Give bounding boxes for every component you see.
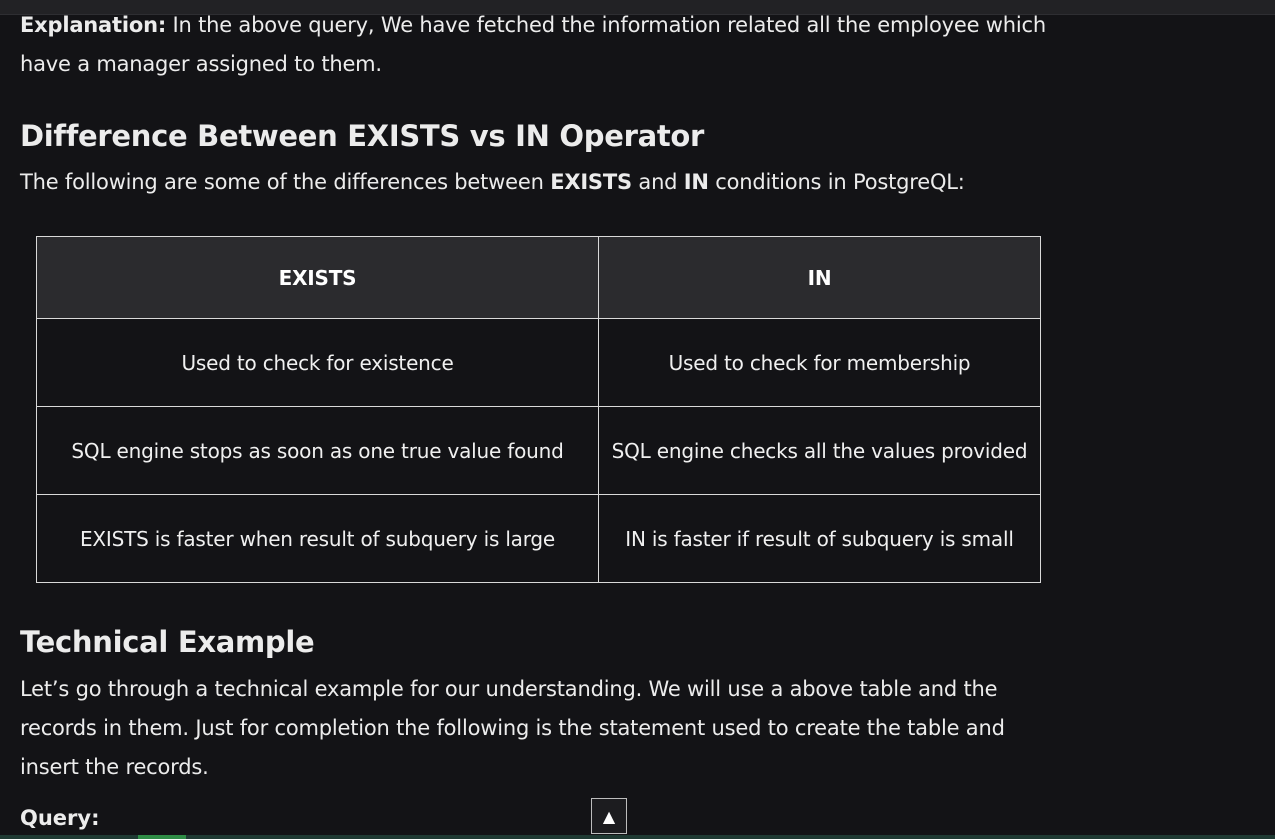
technical-example-paragraph: Let’s go through a technical example for… — [20, 677, 1005, 779]
scroll-to-top-button[interactable]: ▲ — [591, 798, 627, 834]
difference-heading: Difference Between EXISTS vs IN Operator — [20, 119, 705, 153]
column-header-exists: EXISTS — [36, 236, 599, 319]
query-label: Query: — [20, 806, 100, 830]
table-cell: Used to check for membership — [598, 318, 1041, 407]
table-row: EXISTS is faster when result of subquery… — [36, 494, 1041, 583]
difference-text-suffix: conditions in PostgreQL: — [708, 170, 965, 194]
difference-text-mid: and — [631, 170, 684, 194]
table-cell: IN is faster if result of subquery is sm… — [598, 494, 1041, 583]
exists-keyword: EXISTS — [550, 170, 632, 194]
bottom-bar — [0, 835, 1275, 839]
explanation-paragraph: Explanation: In the above query, We have… — [20, 6, 1050, 84]
explanation-label: Explanation: — [20, 13, 167, 37]
table-cell: SQL engine checks all the values provide… — [598, 406, 1041, 495]
comparison-table: EXISTS IN Used to check for existence Us… — [36, 236, 1041, 583]
table-cell: SQL engine stops as soon as one true val… — [36, 406, 599, 495]
difference-text-prefix: The following are some of the difference… — [20, 170, 551, 194]
explanation-text: In the above query, We have fetched the … — [20, 13, 1046, 76]
table-cell: EXISTS is faster when result of subquery… — [36, 494, 599, 583]
table-row: Used to check for existence Used to chec… — [36, 318, 1041, 407]
technical-example-heading: Technical Example — [20, 625, 315, 659]
table-cell: Used to check for existence — [36, 318, 599, 407]
table-row: SQL engine stops as soon as one true val… — [36, 406, 1041, 495]
in-keyword: IN — [683, 170, 709, 194]
difference-paragraph: The following are some of the difference… — [20, 163, 965, 202]
arrow-up-icon: ▲ — [602, 806, 616, 826]
column-header-in: IN — [598, 236, 1041, 319]
table-header-row: EXISTS IN — [36, 236, 1041, 319]
bottom-accent-bar — [138, 835, 186, 839]
article-content: Explanation: In the above query, We have… — [20, 6, 1050, 830]
